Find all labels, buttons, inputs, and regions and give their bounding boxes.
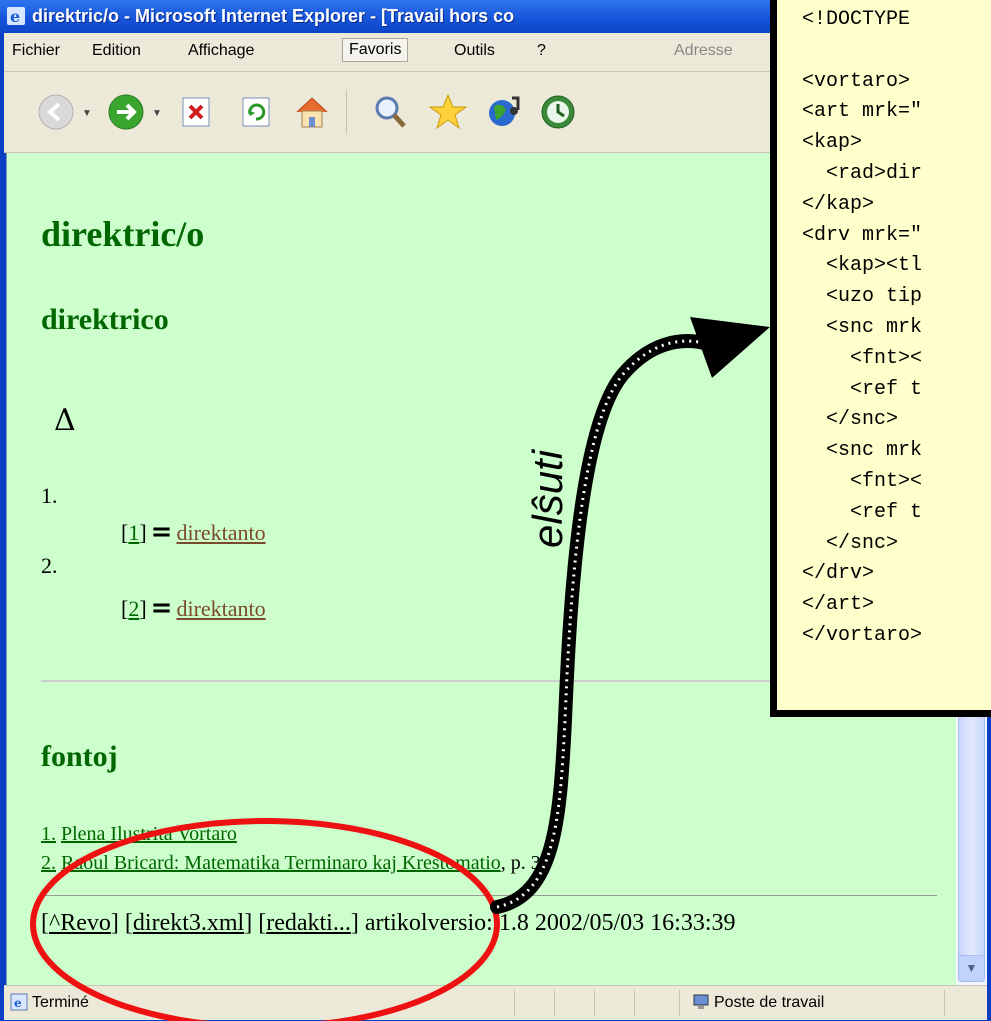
download-arrow-path	[490, 334, 715, 914]
highlight-ellipse	[30, 818, 500, 1021]
arrow-head	[690, 317, 770, 378]
arrow-label: elŝuti	[524, 449, 571, 548]
annotation-layer	[30, 317, 770, 1021]
